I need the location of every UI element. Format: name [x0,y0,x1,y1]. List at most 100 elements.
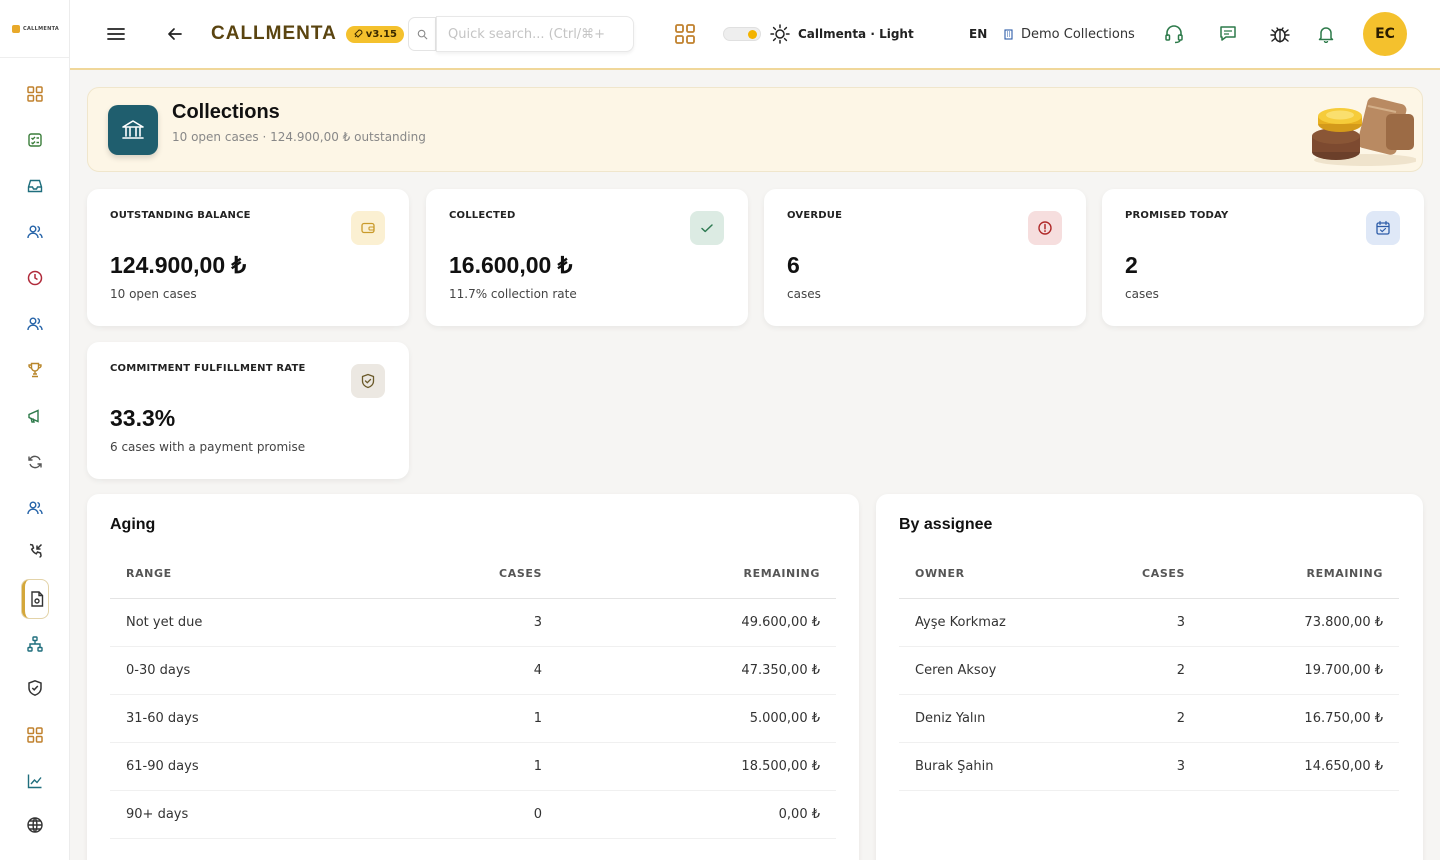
table-row[interactable]: 90+ days 0 0,00 ₺ [110,790,836,839]
search-button[interactable] [408,17,436,51]
theme-switcher[interactable]: Callmenta · Light [723,0,914,68]
sidebar-item-grid[interactable] [22,81,48,107]
menu-button[interactable] [106,0,126,68]
sidebar-item-inbox[interactable] [22,173,48,199]
megaphone-icon [28,409,39,423]
theme-label: Callmenta · Light [798,27,914,41]
logo-mark-icon [12,24,20,33]
cell-remaining: 73.800,00 ₺ [1201,598,1399,647]
assignee-table-body: Ayşe Korkmaz 3 73.800,00 ₺ Ceren Aksoy 2 19.7… [899,598,1399,791]
table-row[interactable]: Not yet due 3 49.600,00 ₺ [110,598,836,647]
sidebar: CALLMENTA [0,0,70,860]
column-header-owner[interactable]: OWNER [899,550,1099,599]
sidebar-item-task-check[interactable] [22,127,48,153]
table-row[interactable]: Burak Şahin 3 14.650,00 ₺ [899,742,1399,791]
messages-button[interactable] [1218,0,1238,68]
sidebar-item-users[interactable] [22,311,48,337]
brand[interactable]: CALLMENTA v3.15 [211,0,404,68]
task-check-icon [28,133,42,147]
cell-label: 0-30 days [110,646,430,695]
calendar-check-icon [1366,211,1400,245]
bell-icon [1318,27,1334,43]
sidebar-item-org-tree[interactable] [22,631,48,657]
cell-label: Ceren Aksoy [899,646,1099,695]
sidebar-item-users[interactable] [22,219,48,245]
notifications-button[interactable] [1317,0,1335,68]
table-row[interactable]: 0-30 days 4 47.350,00 ₺ [110,646,836,695]
sidebar-logo[interactable]: CALLMENTA [0,0,69,58]
avatar[interactable]: EC [1363,12,1407,56]
chart-line-icon [27,774,42,789]
sidebar-item-invoice[interactable] [22,580,48,618]
sidebar-item-trophy[interactable] [22,357,48,383]
sun-icon [770,24,790,44]
column-header-cases[interactable]: CASES [1099,550,1201,599]
table-header-row: RANGE CASES REMAINING [110,550,836,599]
search-input[interactable] [436,16,634,52]
clock-icon [27,270,43,286]
kpi-label: OVERDUE [787,210,843,221]
rocket-icon [354,29,363,38]
theme-toggle[interactable] [723,27,761,41]
kpi-label: OUTSTANDING BALANCE [110,210,251,221]
cell-cases: 1 [430,694,558,743]
cell-label: Not yet due [110,598,430,647]
globe-icon [27,817,43,833]
kpi-label: PROMISED TODAY [1125,210,1229,221]
sidebar-item-users[interactable] [22,495,48,521]
sidebar-item-phone-incoming[interactable] [22,538,48,564]
bank-icon [108,105,158,155]
organization-selector[interactable]: Demo Collections [1003,0,1135,68]
hamburger-icon [107,28,125,40]
column-header-remaining[interactable]: REMAINING [558,550,836,599]
sidebar-item-megaphone[interactable] [22,403,48,429]
kpi-label: COLLECTED [449,210,516,221]
cell-remaining: 14.650,00 ₺ [1201,742,1399,791]
kpi-outstanding-balance[interactable]: OUTSTANDING BALANCE 124.900,00 ₺ 10 open… [87,189,409,326]
column-header-remaining[interactable]: REMAINING [1201,550,1399,599]
cell-label: Burak Şahin [899,742,1099,791]
invoice-icon [30,591,43,607]
sidebar-item-globe[interactable] [22,812,48,838]
language-selector[interactable]: EN [969,0,987,68]
cell-cases: 1 [430,742,558,791]
table-row[interactable]: Deniz Yalın 2 16.750,00 ₺ [899,694,1399,743]
version-badge: v3.15 [345,25,404,43]
apps-button[interactable] [674,0,696,68]
sidebar-item-clock[interactable] [22,265,48,291]
users-icon [27,501,43,515]
message-icon [1220,26,1236,41]
column-header-cases[interactable]: CASES [430,550,558,599]
back-button[interactable] [166,0,184,68]
kpi-collected[interactable]: COLLECTED 16.600,00 ₺ 11.7% collection r… [426,189,748,326]
sidebar-item-grid[interactable] [22,722,48,748]
sidebar-item-shield[interactable] [22,675,48,701]
kpi-overdue[interactable]: OVERDUE 6 cases [764,189,1086,326]
building-icon [1004,29,1013,40]
aging-table-body: Not yet due 3 49.600,00 ₺ 0-30 days 4 47.350,… [110,598,836,839]
sidebar-item-chart-line[interactable] [22,768,48,794]
users-icon [27,225,43,239]
organization-name: Demo Collections [1021,26,1135,42]
cell-label: 31-60 days [110,694,430,743]
aging-table: RANGE CASES REMAINING Not yet due 3 49.600… [110,550,836,839]
table-row[interactable]: Ceren Aksoy 2 19.700,00 ₺ [899,646,1399,695]
kpi-promised-today[interactable]: PROMISED TODAY 2 cases [1102,189,1424,326]
page-header: Collections 10 open cases · 124.900,00 ₺… [87,87,1423,172]
table-header-row: OWNER CASES REMAINING [899,550,1399,599]
kpi-value: 16.600,00 ₺ [449,252,573,278]
bug-report-button[interactable] [1269,0,1291,68]
sidebar-item-sync[interactable] [22,449,48,475]
table-row[interactable]: Ayşe Korkmaz 3 73.800,00 ₺ [899,598,1399,647]
shield-icon [28,680,42,696]
cell-remaining: 5.000,00 ₺ [558,694,836,743]
user-menu[interactable]: EC [1363,0,1407,68]
search-box [408,0,634,68]
table-row[interactable]: 61-90 days 1 18.500,00 ₺ [110,742,836,791]
support-button[interactable] [1164,0,1184,68]
table-row[interactable]: 31-60 days 1 5.000,00 ₺ [110,694,836,743]
bug-icon [1270,27,1290,43]
column-header-range[interactable]: RANGE [110,550,430,599]
kpi-commitment-fulfillment-rate[interactable]: COMMITMENT FULFILLMENT RATE 33.3% 6 case… [87,342,409,479]
cell-remaining: 0,00 ₺ [558,790,836,839]
